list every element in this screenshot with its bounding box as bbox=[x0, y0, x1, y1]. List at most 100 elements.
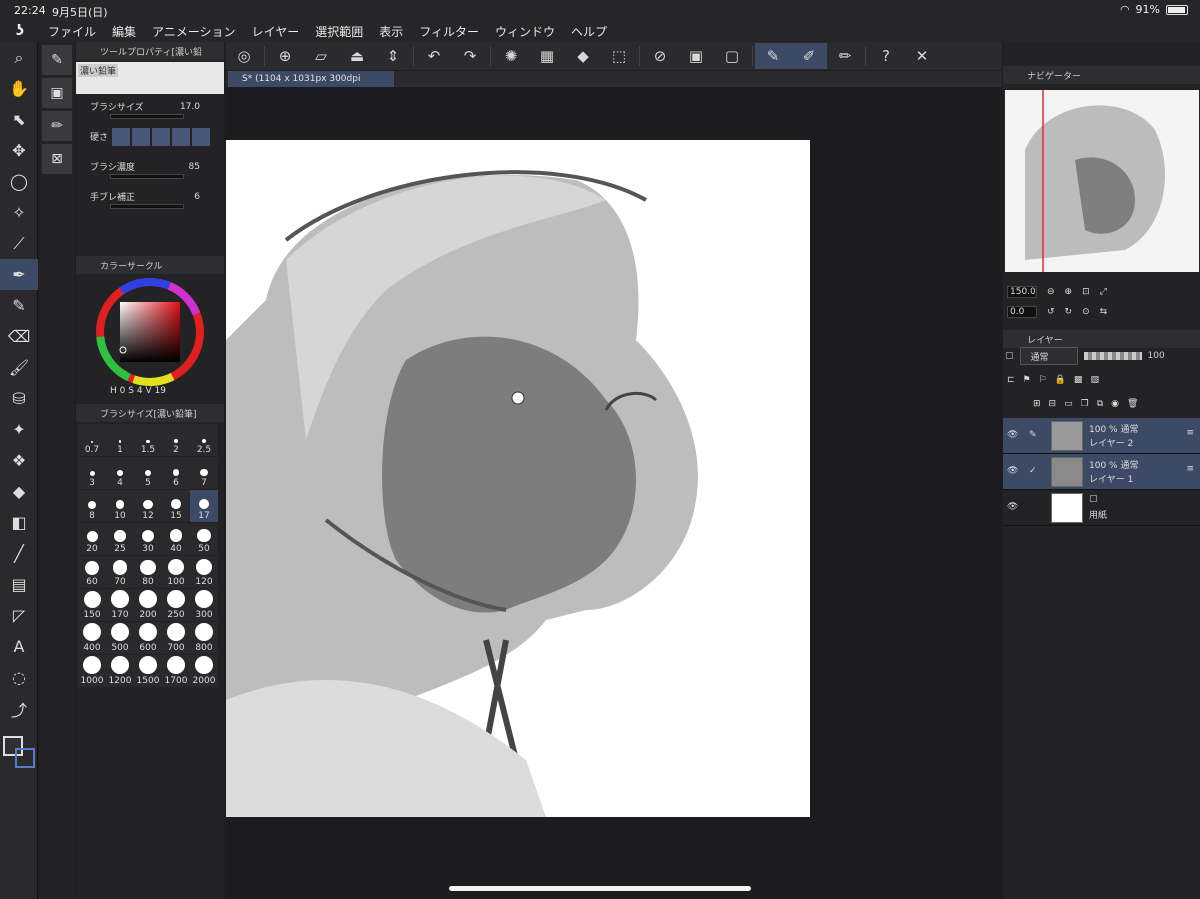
color-wheel-svg[interactable] bbox=[76, 274, 224, 386]
opacity-value[interactable]: 100 bbox=[1148, 351, 1165, 361]
brush-size-cell[interactable]: 400 bbox=[78, 622, 106, 654]
hand-icon[interactable]: ✋ bbox=[0, 73, 38, 104]
new-vector-layer-icon[interactable]: ⊟ bbox=[1049, 399, 1057, 409]
brush-size-cell[interactable]: 1200 bbox=[106, 655, 134, 687]
brush-size-cell[interactable]: 10 bbox=[106, 490, 134, 522]
menu-file[interactable]: ファイル bbox=[40, 23, 104, 40]
rotate-left-icon[interactable]: ↺ bbox=[1047, 307, 1055, 317]
hardness-level[interactable] bbox=[172, 128, 190, 146]
brush-size-cell[interactable]: 170 bbox=[106, 589, 134, 621]
help-icon[interactable]: ? bbox=[868, 43, 904, 69]
hardness-level[interactable] bbox=[152, 128, 170, 146]
app-logo-icon[interactable]: ʖ bbox=[0, 23, 40, 39]
density-value[interactable]: 85 bbox=[189, 162, 200, 172]
duplicate-icon[interactable]: ❐ bbox=[1081, 399, 1089, 409]
new-file-icon[interactable]: ⊕ bbox=[267, 43, 303, 69]
flip-icon[interactable]: ⇆ bbox=[1100, 307, 1108, 317]
zoom-icon[interactable]: ⌕ bbox=[0, 42, 38, 73]
frame-icon[interactable]: ▤ bbox=[0, 569, 38, 600]
navigator-preview[interactable] bbox=[1005, 90, 1199, 272]
tool-property-tab[interactable]: ツールプロパティ[濃い鉛 bbox=[76, 42, 224, 60]
outside-icon[interactable]: ▢ bbox=[714, 43, 750, 69]
menu-view[interactable]: 表示 bbox=[371, 23, 411, 40]
rotate-right-icon[interactable]: ↻ bbox=[1065, 307, 1073, 317]
new-folder-icon[interactable]: ▭ bbox=[1064, 399, 1073, 409]
visibility-icon[interactable]: 👁 bbox=[1007, 466, 1018, 476]
draft-icon[interactable]: ⚐ bbox=[1039, 375, 1047, 385]
brush-size-cell[interactable]: 250 bbox=[162, 589, 190, 621]
layer-mask-icon[interactable]: ◉ bbox=[1111, 399, 1119, 409]
pen-active-icon[interactable]: ✎ bbox=[755, 43, 791, 69]
opacity-slider[interactable] bbox=[1083, 352, 1142, 360]
pen-icon[interactable]: ✒ bbox=[0, 259, 38, 290]
visibility-icon[interactable]: 👁 bbox=[1007, 430, 1018, 440]
brush-size-cell[interactable]: 500 bbox=[106, 622, 134, 654]
undo-icon[interactable]: ↶ bbox=[416, 43, 452, 69]
menu-layer[interactable]: レイヤー bbox=[244, 23, 308, 40]
rotation-row[interactable]: 0.0 ↺ ↻ ⊙ ⇆ bbox=[1007, 304, 1197, 320]
lock-transparent-icon[interactable]: ▩ bbox=[1074, 375, 1083, 385]
brush-size-cell[interactable]: 2 bbox=[162, 424, 190, 456]
brush-size-cell[interactable]: 70 bbox=[106, 556, 134, 588]
fill-icon[interactable]: ◆ bbox=[0, 476, 38, 507]
brush-size-cell[interactable]: 300 bbox=[190, 589, 218, 621]
artwork-canvas[interactable] bbox=[226, 140, 810, 817]
layer-row-2[interactable]: 👁 ✎ 100 % 通常 レイヤー 2 ≡ bbox=[1003, 418, 1200, 454]
correction-icon[interactable]: ⤴ bbox=[0, 693, 38, 724]
move-icon[interactable]: ✥ bbox=[0, 135, 38, 166]
eraser-icon[interactable]: ⌫ bbox=[0, 321, 38, 352]
loading-icon[interactable]: ✺ bbox=[493, 43, 529, 69]
layer-settings-icon[interactable]: ▣ bbox=[42, 78, 72, 108]
brush-size-cell[interactable]: 2.5 bbox=[190, 424, 218, 456]
brush-size-cell[interactable]: 80 bbox=[134, 556, 162, 588]
operation-icon[interactable]: ⬉ bbox=[0, 104, 38, 135]
hardness-level[interactable] bbox=[112, 128, 130, 146]
stabilization-value[interactable]: 6 bbox=[194, 192, 200, 202]
deselect-icon[interactable]: ⊘ bbox=[642, 43, 678, 69]
brush-size-cell[interactable]: 50 bbox=[190, 523, 218, 555]
eyedropper-icon[interactable]: ⟋ bbox=[0, 228, 38, 259]
brush-size-cell[interactable]: 1500 bbox=[134, 655, 162, 687]
brush-size-cell[interactable]: 120 bbox=[190, 556, 218, 588]
visibility-icon[interactable]: 👁 bbox=[1007, 502, 1018, 512]
layer-menu-icon[interactable]: ≡ bbox=[1186, 464, 1194, 474]
brush-size-cell[interactable]: 5 bbox=[134, 457, 162, 489]
brush-size-row[interactable]: ブラシサイズ 17.0 bbox=[76, 96, 224, 126]
canvas-area[interactable] bbox=[226, 87, 1002, 899]
fit-icon[interactable]: ⊡ bbox=[1082, 287, 1090, 297]
clip-icon[interactable]: ⊏ bbox=[1007, 375, 1015, 385]
reset-rotation-icon[interactable]: ⊙ bbox=[1082, 307, 1090, 317]
home-indicator[interactable] bbox=[449, 886, 751, 891]
menu-window[interactable]: ウィンドウ bbox=[487, 23, 563, 40]
stepper-icon[interactable]: ⇕ bbox=[375, 43, 411, 69]
brush-size-cell[interactable]: 1700 bbox=[162, 655, 190, 687]
decoration-icon[interactable]: ✦ bbox=[0, 414, 38, 445]
brush-size-cell[interactable]: 2000 bbox=[190, 655, 218, 687]
close-icon[interactable]: ✕ bbox=[904, 43, 940, 69]
hardness-row[interactable]: 硬さ bbox=[76, 126, 224, 156]
canvas-tab[interactable]: S* (1104 x 1031px 300dpi 150.0%) bbox=[228, 71, 394, 100]
transform-icon[interactable]: ⬚ bbox=[601, 43, 637, 69]
brush-size-cell[interactable]: 800 bbox=[190, 622, 218, 654]
save-icon[interactable]: ⏏ bbox=[339, 43, 375, 69]
gradient-icon[interactable]: ◧ bbox=[0, 507, 38, 538]
fullscreen-icon[interactable]: ⤢ bbox=[1100, 287, 1107, 297]
ruler-icon[interactable]: ◸ bbox=[0, 600, 38, 631]
brush-icon[interactable]: 🖌 bbox=[0, 352, 38, 383]
stabilization-slider[interactable] bbox=[110, 204, 184, 209]
navigator-tab[interactable]: ナビゲーター bbox=[1003, 66, 1200, 84]
brush-size-cell[interactable]: 1000 bbox=[78, 655, 106, 687]
layer-row-1[interactable]: 👁 ✓ 100 % 通常 レイヤー 1 ≡ bbox=[1003, 454, 1200, 490]
brush-size-cell[interactable]: 4 bbox=[106, 457, 134, 489]
merge-icon[interactable]: ⧉ bbox=[1097, 399, 1103, 409]
brush-active-icon[interactable]: ✐ bbox=[791, 43, 827, 69]
zoom-row[interactable]: 150.0 ⊖ ⊕ ⊡ ⤢ bbox=[1007, 284, 1197, 300]
brush-size-cell[interactable]: 20 bbox=[78, 523, 106, 555]
layer-menu-icon[interactable]: ≡ bbox=[1186, 428, 1194, 438]
brush-size-cell[interactable]: 6 bbox=[162, 457, 190, 489]
brush-size-cell[interactable]: 15 bbox=[162, 490, 190, 522]
brush-size-cell[interactable]: 12 bbox=[134, 490, 162, 522]
clear-icon[interactable]: ▦ bbox=[529, 43, 565, 69]
brush-size-cell[interactable]: 8 bbox=[78, 490, 106, 522]
menu-help[interactable]: ヘルプ bbox=[563, 23, 615, 40]
